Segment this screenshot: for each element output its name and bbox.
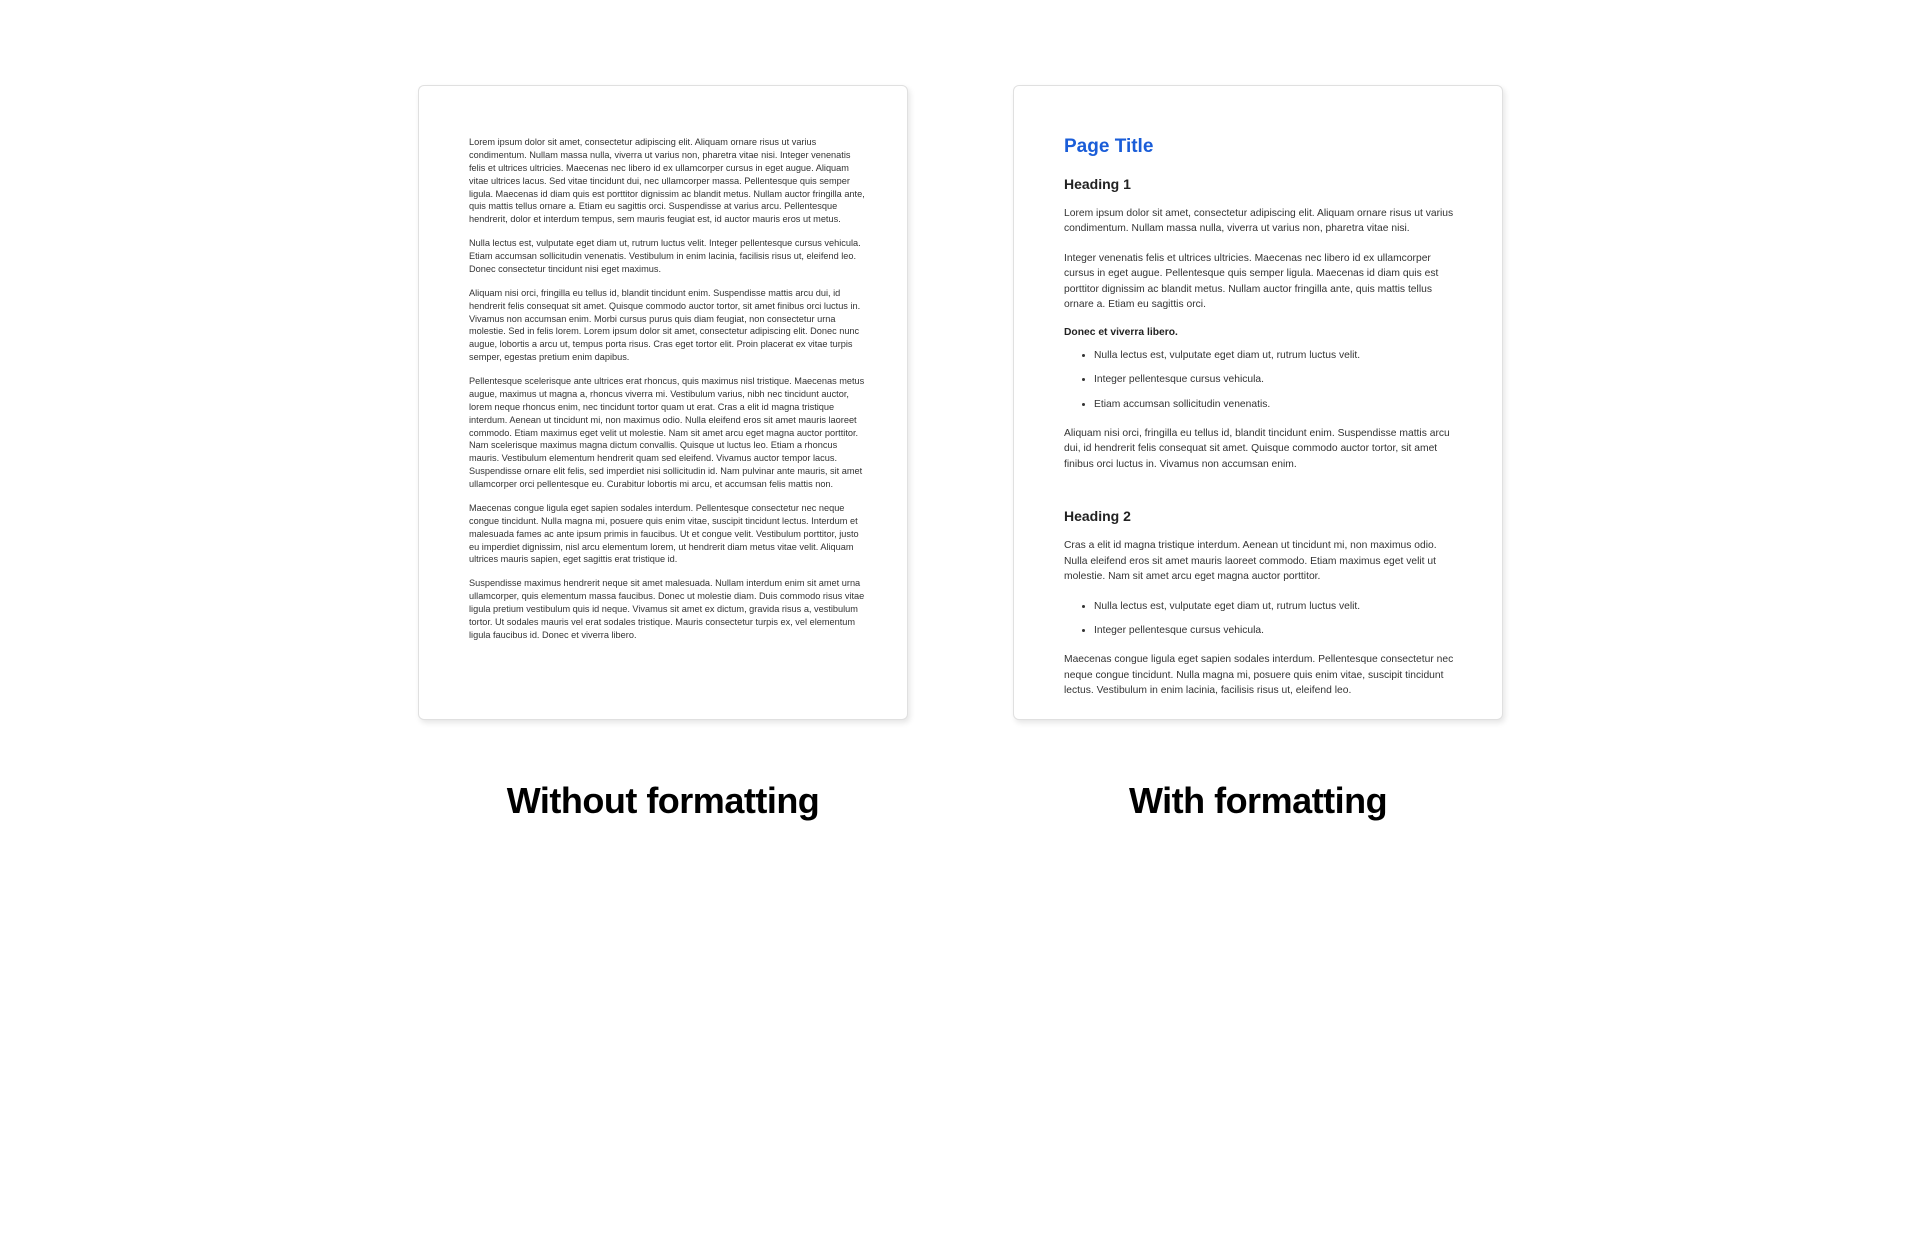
- heading-1: Heading 1: [1064, 176, 1462, 192]
- pages-container: Lorem ipsum dolor sit amet, consectetur …: [418, 85, 1503, 720]
- body-paragraph: Maecenas congue ligula eget sapien sodal…: [1064, 652, 1462, 698]
- bullet-list: Nulla lectus est, vulputate eget diam ut…: [1064, 348, 1462, 412]
- page-with-formatting: Page Title Heading 1 Lorem ipsum dolor s…: [1013, 85, 1503, 720]
- body-paragraph: Maecenas congue ligula eget sapien sodal…: [469, 502, 867, 566]
- list-item: Nulla lectus est, vulputate eget diam ut…: [1094, 348, 1462, 363]
- bullet-list: Nulla lectus est, vulputate eget diam ut…: [1064, 599, 1462, 639]
- list-item: Integer pellentesque cursus vehicula.: [1094, 372, 1462, 387]
- body-paragraph: Integer venenatis felis et ultrices ultr…: [1064, 251, 1462, 313]
- body-paragraph: Cras a elit id magna tristique interdum.…: [1064, 538, 1462, 584]
- body-paragraph: Aliquam nisi orci, fringilla eu tellus i…: [1064, 426, 1462, 472]
- body-paragraph: Nulla lectus est, vulputate eget diam ut…: [469, 237, 867, 276]
- body-paragraph: Lorem ipsum dolor sit amet, consectetur …: [469, 136, 867, 226]
- list-item: Integer pellentesque cursus vehicula.: [1094, 623, 1462, 638]
- body-paragraph: Pellentesque scelerisque ante ultrices e…: [469, 375, 867, 491]
- body-paragraph: Aliquam nisi orci, fringilla eu tellus i…: [469, 287, 867, 364]
- body-paragraph: Lorem ipsum dolor sit amet, consectetur …: [1064, 206, 1462, 237]
- body-paragraph: Suspendisse maximus hendrerit neque sit …: [469, 577, 867, 641]
- list-item: Etiam accumsan sollicitudin venenatis.: [1094, 397, 1462, 412]
- captions-row: Without formatting With formatting: [418, 780, 1503, 822]
- page-without-formatting: Lorem ipsum dolor sit amet, consectetur …: [418, 85, 908, 720]
- caption-left: Without formatting: [418, 780, 908, 822]
- list-item: Nulla lectus est, vulputate eget diam ut…: [1094, 599, 1462, 614]
- caption-right: With formatting: [1013, 780, 1503, 822]
- bold-subheading: Donec et viverra libero.: [1064, 327, 1462, 338]
- page-title: Page Title: [1064, 136, 1462, 158]
- heading-2: Heading 2: [1064, 508, 1462, 524]
